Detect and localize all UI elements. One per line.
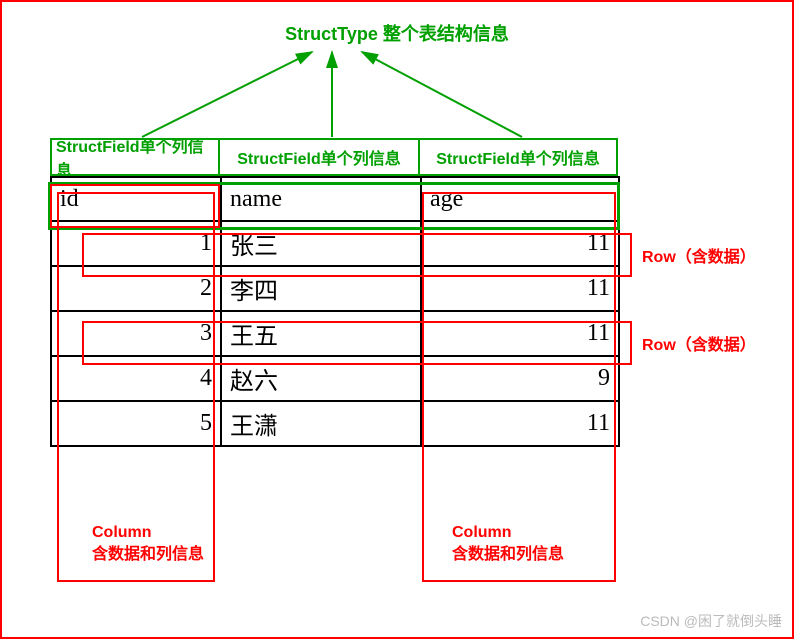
column-label-left: Column 含数据和列信息 [92,522,204,567]
data-table-wrap: id name age 1 张三 11 2 李四 11 3 王五 11 4 赵六 [50,176,620,447]
cell-id: 4 [51,356,221,401]
cell-id: 5 [51,401,221,446]
struct-type-title: StructType 整个表结构信息 [2,20,792,46]
cell-id: 2 [51,266,221,311]
cell-age: 11 [421,221,619,266]
cell-age: 11 [421,401,619,446]
header-age: age [421,177,619,221]
header-id: id [51,177,221,221]
header-name: name [221,177,421,221]
row3-label: Row（含数据） [642,331,756,355]
header-row: id name age [51,177,619,221]
cell-age: 11 [421,311,619,356]
cell-name: 张三 [221,221,421,266]
cell-id: 1 [51,221,221,266]
table-row: 3 王五 11 [51,311,619,356]
struct-field-3: StructField单个列信息 [420,138,618,176]
column-label-line1: Column [452,522,564,544]
cell-id: 3 [51,311,221,356]
data-table: id name age 1 张三 11 2 李四 11 3 王五 11 4 赵六 [50,176,620,447]
row1-label: Row（含数据） [642,243,756,267]
cell-name: 赵六 [221,356,421,401]
cell-age: 9 [421,356,619,401]
diagram-container: StructType 整个表结构信息 StructField单个列信息 Stru… [0,0,794,639]
arrow-left [132,42,352,142]
cell-age: 11 [421,266,619,311]
struct-field-2: StructField单个列信息 [220,138,420,176]
column-label-line1: Column [92,522,204,544]
arrow-middle [312,42,352,142]
arrow-right [352,42,552,142]
struct-field-row: StructField单个列信息 StructField单个列信息 Struct… [50,138,618,176]
cell-name: 王潇 [221,401,421,446]
column-label-right: Column 含数据和列信息 [452,522,564,567]
table-row: 4 赵六 9 [51,356,619,401]
cell-name: 王五 [221,311,421,356]
table-row: 5 王潇 11 [51,401,619,446]
column-label-line2: 含数据和列信息 [452,544,564,566]
struct-field-1: StructField单个列信息 [50,138,220,176]
column-label-line2: 含数据和列信息 [92,544,204,566]
table-row: 2 李四 11 [51,266,619,311]
watermark: CSDN @困了就倒头睡 [640,611,782,631]
cell-name: 李四 [221,266,421,311]
table-row: 1 张三 11 [51,221,619,266]
